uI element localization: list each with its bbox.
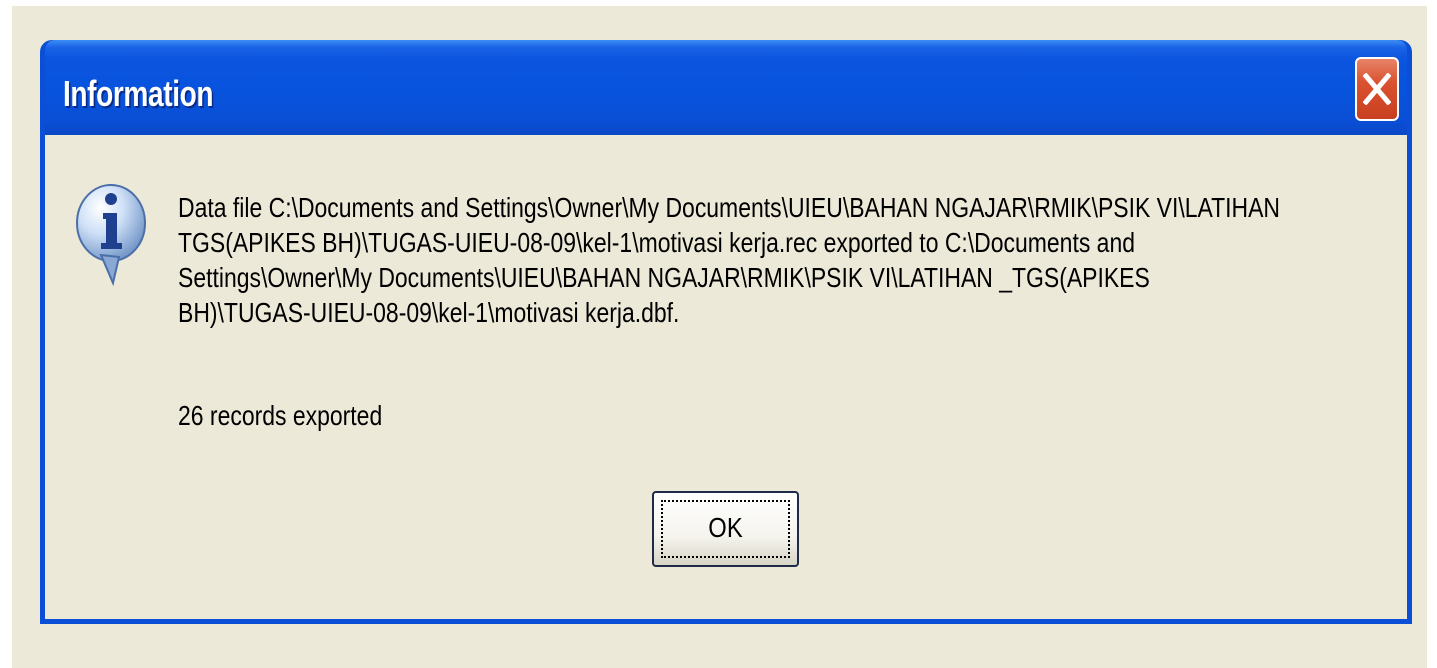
top-edge (0, 0, 1437, 6)
message-text: Data file C:\Documents and Settings\Owne… (178, 190, 1281, 330)
dialog-title: Information (63, 73, 214, 114)
message-line: Settings\Owner\My Documents\UIEU\BAHAN N… (178, 262, 1150, 293)
dialog-titlebar[interactable]: Information (45, 40, 1407, 135)
message-line: Data file C:\Documents and Settings\Owne… (178, 192, 1281, 223)
dialog-body: Data file C:\Documents and Settings\Owne… (45, 135, 1407, 619)
ok-button-label: OK (708, 512, 743, 543)
message-line: BH)\TUGAS-UIEU-08-09\kel-1\motivasi kerj… (178, 297, 680, 328)
information-icon (71, 177, 151, 292)
left-edge (0, 0, 12, 668)
information-dialog: Information Data file C:\Documents and S… (40, 40, 1412, 624)
ok-button[interactable]: OK (652, 491, 799, 567)
close-button[interactable] (1355, 57, 1399, 121)
message-line: TGS(APIKES BH)\TUGAS-UIEU-08-09\kel-1\mo… (178, 227, 1135, 258)
close-icon (1363, 73, 1391, 105)
right-edge (1427, 0, 1437, 668)
records-exported-text: 26 records exported (178, 400, 383, 431)
